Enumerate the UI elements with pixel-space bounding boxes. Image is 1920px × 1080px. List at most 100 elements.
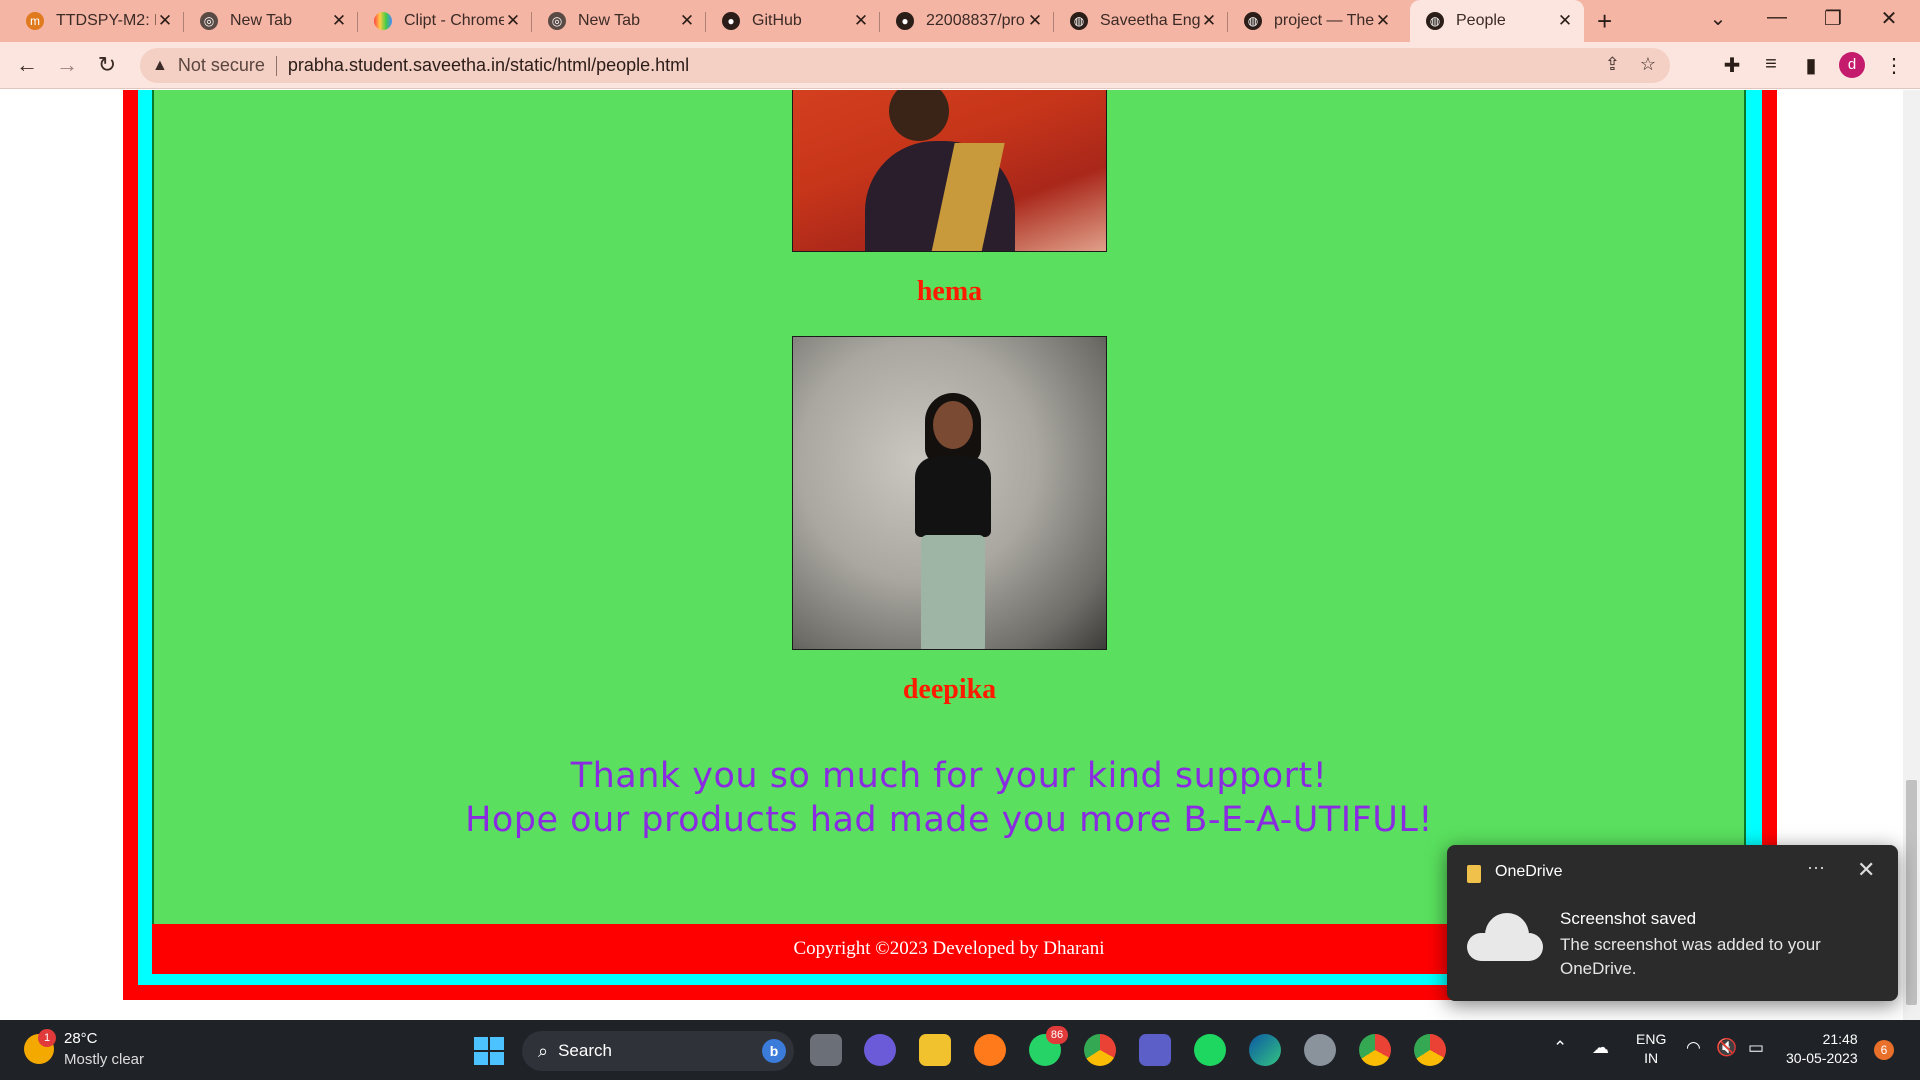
onedrive-tray-icon[interactable]: ☁: [1592, 1038, 1609, 1058]
close-icon[interactable]: ✕: [156, 11, 174, 31]
back-button[interactable]: ←: [12, 50, 42, 80]
globe-icon: ◍: [1426, 12, 1444, 30]
forward-button[interactable]: →: [52, 50, 82, 80]
side-panel-icon[interactable]: ▮: [1797, 53, 1825, 78]
close-icon[interactable]: ✕: [1026, 11, 1044, 31]
tab-github-repo[interactable]: ● 22008837/pro ✕: [880, 0, 1054, 42]
person-name: hema: [916, 276, 983, 307]
tab-title: Saveetha Engi: [1100, 12, 1200, 29]
close-icon[interactable]: ✕: [330, 11, 348, 31]
tab-title: 22008837/pro: [926, 12, 1025, 29]
clock[interactable]: 21:48 30-05-2023: [1786, 1030, 1858, 1068]
windows-start-icon[interactable]: [474, 1037, 504, 1065]
photo-head: [889, 90, 949, 141]
close-icon[interactable]: ✕: [1556, 11, 1574, 31]
person-photo-hema: [792, 90, 1107, 252]
clock-date: 30-05-2023: [1786, 1050, 1858, 1066]
warning-icon[interactable]: ▲: [152, 57, 168, 75]
person-name: deepika: [902, 674, 997, 705]
tab-title: New Tab: [230, 12, 292, 29]
onedrive-app-icon: [1467, 865, 1481, 883]
notification-close-icon[interactable]: ✕: [1857, 857, 1875, 883]
reload-button[interactable]: ↻: [92, 50, 122, 80]
chrome-icon[interactable]: [1084, 1034, 1116, 1066]
close-icon[interactable]: ✕: [678, 11, 696, 31]
ttdspy-icon: m: [26, 12, 44, 30]
firefox-icon[interactable]: [974, 1034, 1006, 1066]
search-label: Search: [558, 1041, 612, 1060]
thanks-line-2: Hope our products had made you more B-E-…: [465, 800, 1433, 840]
restore-button[interactable]: ❐: [1808, 6, 1858, 31]
share-icon[interactable]: ⇪: [1605, 54, 1620, 75]
tab-github[interactable]: ● GitHub ✕: [706, 0, 880, 42]
url-text[interactable]: prabha.student.saveetha.in/static/html/p…: [288, 55, 689, 76]
tab-strip: m TTDSPY-M2: N ✕ ◎ New Tab ✕ Clipt - Chr…: [0, 0, 1920, 42]
menu-kebab-icon[interactable]: ⋮: [1880, 53, 1908, 78]
language-region: IN: [1644, 1050, 1659, 1066]
task-view-icon[interactable]: [810, 1034, 842, 1066]
github-icon: ●: [722, 12, 740, 30]
wifi-icon[interactable]: ◠: [1686, 1038, 1701, 1058]
more-options-icon[interactable]: ···: [1807, 857, 1825, 878]
window-close-button[interactable]: ✕: [1864, 6, 1914, 31]
cloud-icon: [1467, 913, 1543, 961]
tab-saveetha[interactable]: ◍ Saveetha Engi ✕: [1054, 0, 1228, 42]
whatsapp-badge: 86: [1046, 1026, 1068, 1044]
tab-project[interactable]: ◍ project — The ✕: [1228, 0, 1402, 42]
edge-icon[interactable]: [1249, 1034, 1281, 1066]
settings-gear-icon[interactable]: [1304, 1034, 1336, 1066]
notification-body: The screenshot was added to your OneDriv…: [1560, 935, 1821, 978]
security-label[interactable]: Not secure: [178, 55, 265, 76]
scrollbar-thumb[interactable]: [1906, 780, 1917, 1005]
tab-new-tab[interactable]: ◎ New Tab ✕: [184, 0, 358, 42]
bing-icon[interactable]: b: [762, 1039, 786, 1063]
spotify-icon[interactable]: [1194, 1034, 1226, 1066]
weather-temperature: 28°C: [64, 1030, 98, 1047]
language-code: ENG: [1636, 1031, 1667, 1047]
minimize-button[interactable]: —: [1752, 6, 1802, 29]
tab-title: project — The: [1274, 12, 1374, 29]
chrome-profile-2-icon[interactable]: [1414, 1034, 1446, 1066]
photo-head: [933, 401, 973, 449]
photo-legs: [921, 535, 985, 649]
github-icon: ●: [896, 12, 914, 30]
volume-muted-icon[interactable]: 🔇: [1716, 1038, 1737, 1058]
new-tab-button[interactable]: +: [1597, 6, 1612, 37]
profile-avatar[interactable]: d: [1839, 52, 1865, 78]
tab-new-tab-2[interactable]: ◎ New Tab ✕: [532, 0, 706, 42]
page-scrollbar[interactable]: [1903, 90, 1920, 1020]
tab-title: TTDSPY-M2: N: [56, 12, 156, 29]
close-icon[interactable]: ✕: [1374, 11, 1392, 31]
chrome-icon: ◎: [548, 12, 566, 30]
teams-icon[interactable]: [1139, 1034, 1171, 1066]
tray-chevron-up-icon[interactable]: ⌃: [1553, 1038, 1567, 1058]
photo-figure: [915, 457, 991, 537]
bookmark-star-icon[interactable]: ☆: [1640, 54, 1656, 75]
notification-count-badge[interactable]: 6: [1874, 1040, 1894, 1060]
thanks-line-1: Thank you so much for your kind support!: [570, 756, 1328, 796]
chrome-profile-icon[interactable]: [1359, 1034, 1391, 1066]
teams-chat-icon[interactable]: [864, 1034, 896, 1066]
language-indicator[interactable]: ENG IN: [1636, 1030, 1666, 1068]
close-icon[interactable]: ✕: [852, 11, 870, 31]
browser-toolbar: ← → ↻ ▲ Not secure prabha.student.saveet…: [0, 42, 1920, 89]
tab-title: GitHub: [752, 12, 802, 29]
close-icon[interactable]: ✕: [504, 11, 522, 31]
chrome-icon: ◎: [200, 12, 218, 30]
clipt-icon: [374, 12, 392, 30]
taskbar-search[interactable]: ⌕ Search b: [522, 1031, 794, 1071]
tab-ttdspy[interactable]: m TTDSPY-M2: N ✕: [10, 0, 184, 42]
weather-condition: Mostly clear: [64, 1051, 145, 1068]
onedrive-notification[interactable]: OneDrive ··· ✕ Screenshot saved The scre…: [1447, 845, 1898, 1001]
tab-title: Clipt - Chrome: [404, 12, 504, 29]
extensions-icon[interactable]: ✚: [1718, 53, 1746, 78]
file-explorer-icon[interactable]: [919, 1034, 951, 1066]
media-control-icon[interactable]: ≡: [1757, 53, 1785, 76]
battery-icon[interactable]: ▭: [1748, 1038, 1764, 1058]
address-bar[interactable]: ▲ Not secure prabha.student.saveetha.in/…: [140, 48, 1670, 83]
tab-clipt[interactable]: Clipt - Chrome ✕: [358, 0, 532, 42]
notification-title: Screenshot saved: [1560, 909, 1697, 928]
tab-people[interactable]: ◍ People ✕: [1410, 0, 1584, 42]
tab-search-chevron-icon[interactable]: ⌄: [1693, 6, 1743, 31]
close-icon[interactable]: ✕: [1200, 11, 1218, 31]
